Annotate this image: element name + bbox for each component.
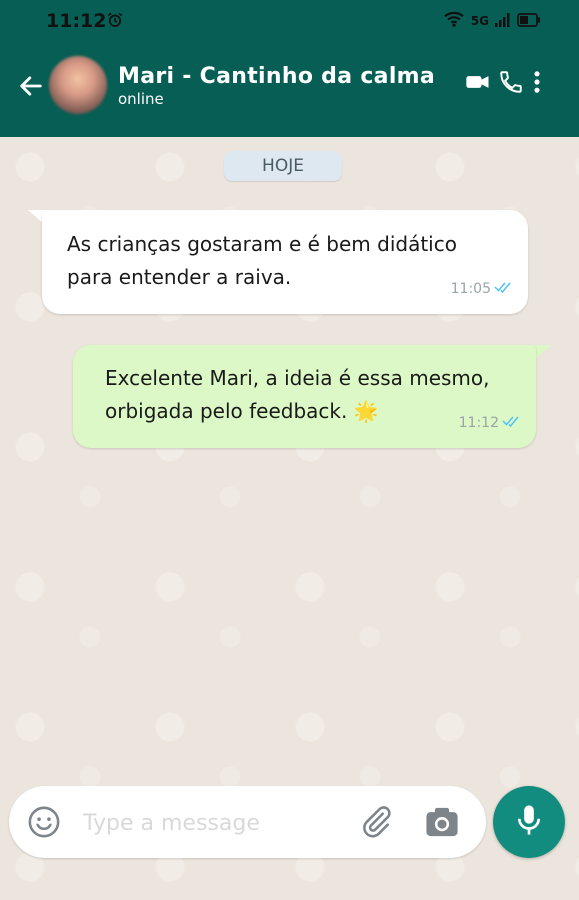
- back-arrow-icon[interactable]: [17, 72, 45, 100]
- status-time: 11:12: [46, 10, 107, 32]
- message-composer: [9, 786, 486, 858]
- more-vert-icon[interactable]: [530, 68, 544, 100]
- signal-icon: [495, 12, 511, 31]
- message-input[interactable]: [81, 806, 345, 840]
- wifi-icon: [443, 10, 465, 32]
- message-incoming[interactable]: As crianças gostaram e é bem didático pa…: [42, 210, 528, 314]
- chat-header: Mari - Cantinho da calma online: [0, 42, 579, 137]
- message-time: 11:12: [458, 415, 499, 431]
- contact-name[interactable]: Mari - Cantinho da calma: [118, 64, 435, 89]
- double-check-icon: [502, 407, 522, 440]
- mic-icon: [514, 803, 544, 841]
- message-time: 11:05: [450, 281, 491, 297]
- attach-icon[interactable]: [358, 804, 394, 844]
- status-icons: 5G: [443, 10, 541, 32]
- message-meta: 11:12: [459, 407, 522, 440]
- battery-icon: [517, 12, 541, 31]
- camera-icon[interactable]: [425, 806, 459, 842]
- video-call-icon[interactable]: [464, 68, 492, 100]
- emoji-icon[interactable]: [27, 805, 61, 843]
- mic-button[interactable]: [493, 786, 565, 858]
- contact-status: online: [118, 90, 164, 108]
- network-type: 5G: [470, 14, 489, 28]
- alarm-icon: [106, 11, 124, 33]
- date-divider: HOJE: [224, 151, 342, 181]
- status-bar: 11:12 5G: [0, 0, 579, 42]
- outgoing-tail: [535, 345, 551, 359]
- avatar[interactable]: [49, 56, 107, 114]
- double-check-icon: [494, 273, 514, 306]
- phone-icon[interactable]: [498, 68, 524, 100]
- message-meta: 11:05: [451, 273, 514, 306]
- message-outgoing[interactable]: Excelente Mari, a ideia é essa mesmo, or…: [73, 345, 536, 448]
